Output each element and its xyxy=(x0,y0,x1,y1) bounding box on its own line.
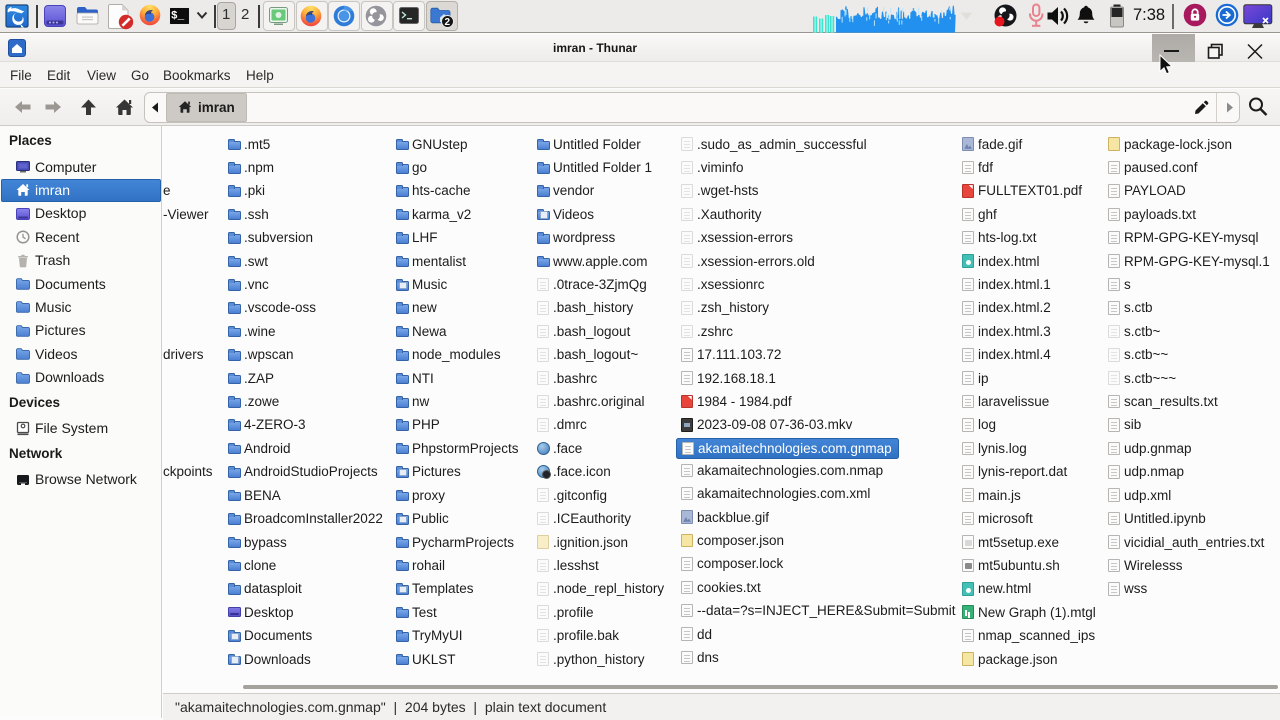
svg-text:$_: $_ xyxy=(171,11,185,23)
